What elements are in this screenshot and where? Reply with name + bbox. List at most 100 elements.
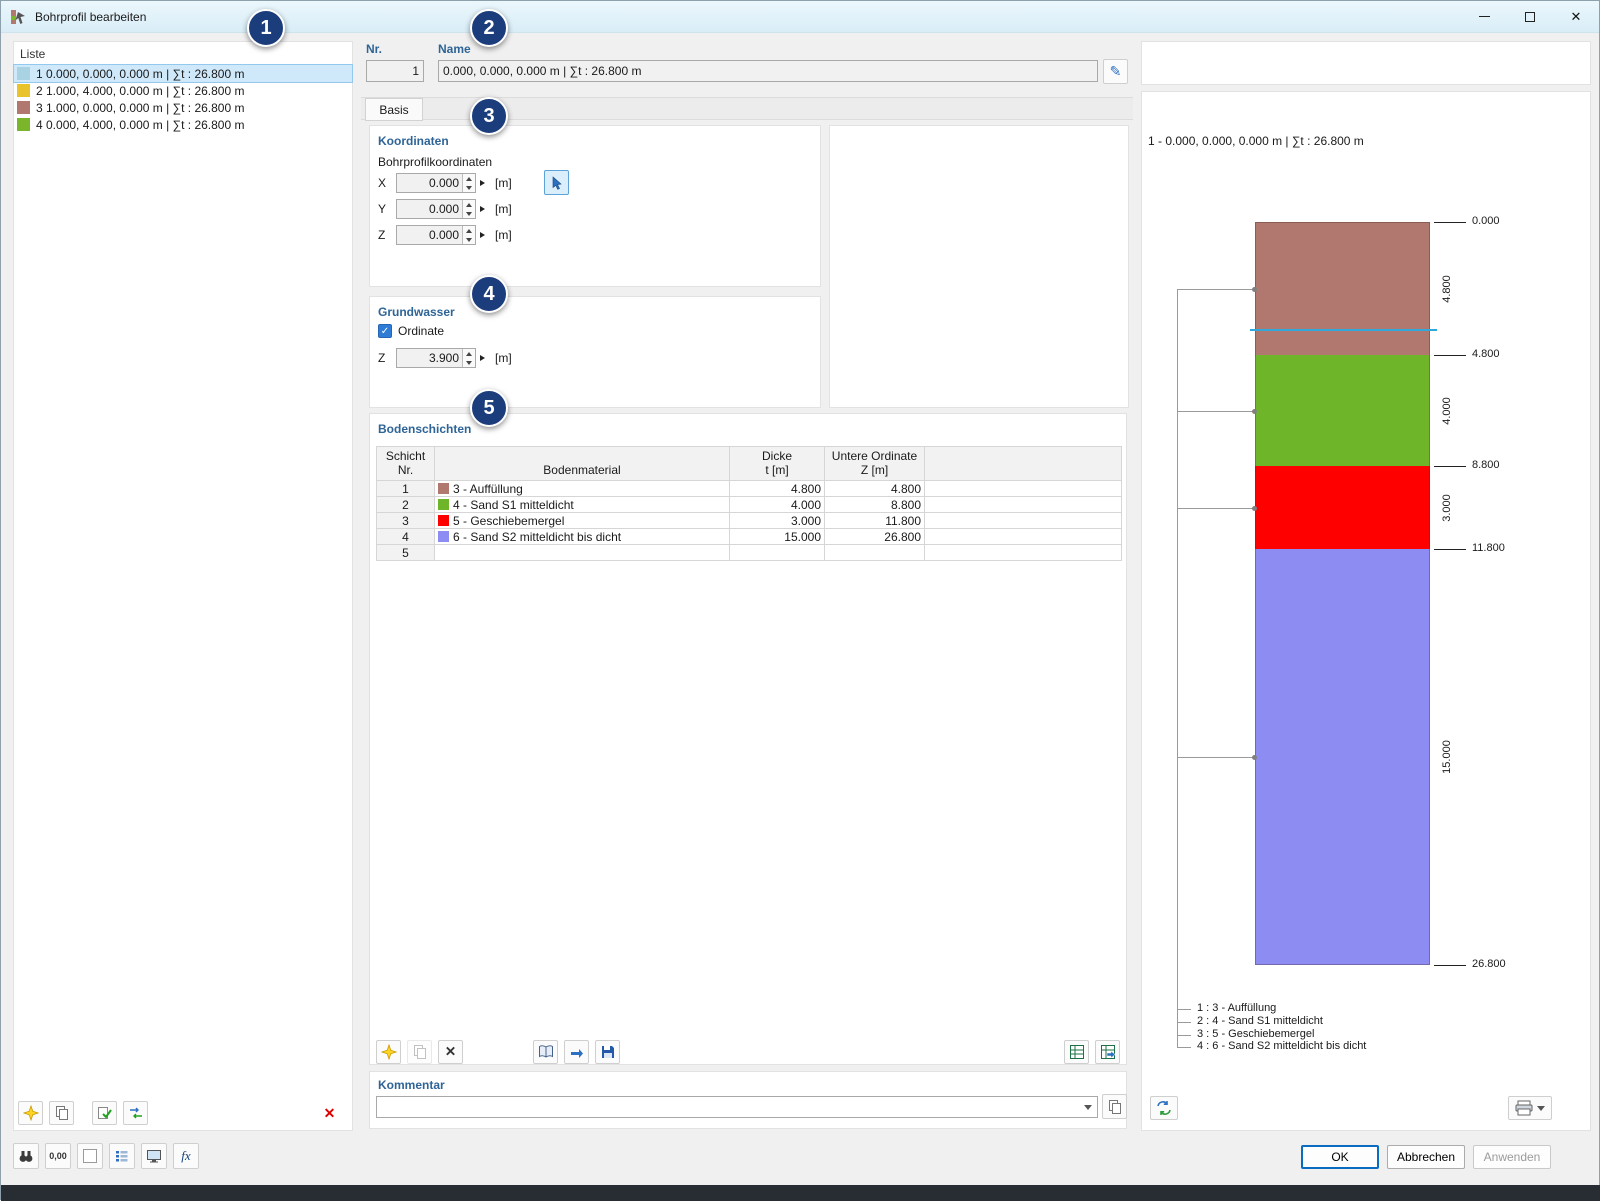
groundwater-z-value: 3.900 (428, 351, 459, 365)
right-arrow-icon (480, 206, 485, 212)
legend-tick (1177, 1047, 1191, 1049)
minimize-icon (1478, 16, 1490, 17)
chevron-down-icon (1537, 1105, 1545, 1111)
spin-down-button[interactable] (463, 209, 475, 218)
copy-profile-button[interactable] (49, 1101, 74, 1125)
gw-z-label: Z (378, 351, 386, 365)
export-table-button[interactable] (1064, 1040, 1089, 1064)
depth-tick (1434, 465, 1466, 467)
bracket-vline (1177, 288, 1178, 1048)
list-item-3[interactable]: 3 1.000, 0.000, 0.000 m | ∑t : 26.800 m (14, 99, 352, 116)
nr-value: 1 (412, 64, 419, 78)
dicke-cell[interactable]: 15.000 (729, 528, 825, 545)
spin-up-button[interactable] (463, 349, 475, 358)
x-coordinate-row: X 0.000 [m] (378, 172, 512, 194)
name-value: 0.000, 0.000, 0.000 m | ∑t : 26.800 m (443, 64, 642, 78)
new-star-icon (22, 1105, 39, 1121)
search-button[interactable] (13, 1143, 39, 1169)
minimize-button[interactable] (1461, 1, 1507, 32)
thickness-label: 4.000 (1441, 396, 1453, 425)
decimal-places-button[interactable]: 0,00 (45, 1143, 71, 1169)
kommentar-combobox[interactable] (376, 1096, 1098, 1118)
delete-layer-button[interactable]: ✕ (438, 1040, 463, 1064)
material-cell[interactable]: 6 - Sand S2 mitteldicht bis dicht (434, 528, 730, 545)
spin-down-button[interactable] (463, 183, 475, 192)
flyout-arrow-button[interactable] (476, 199, 489, 219)
import-table-button[interactable] (1095, 1040, 1120, 1064)
new-layer-button[interactable] (376, 1040, 401, 1064)
spin-up-button[interactable] (463, 174, 475, 183)
untere-cell[interactable]: 11.800 (824, 512, 925, 529)
dropdown-arrow[interactable] (1079, 1104, 1097, 1110)
list-item-2[interactable]: 2 1.000, 4.000, 0.000 m | ∑t : 26.800 m (14, 82, 352, 99)
floppy-icon (601, 1046, 614, 1058)
flyout-arrow-button[interactable] (476, 173, 489, 193)
z-coordinate-input[interactable]: 0.000 (396, 225, 476, 245)
column-header-material[interactable]: Bodenmaterial (434, 446, 730, 481)
toggle-colors-button[interactable] (1150, 1096, 1178, 1120)
ok-button[interactable]: OK (1301, 1145, 1379, 1169)
material-cell[interactable]: 5 - Geschiebemergel (434, 512, 730, 529)
dicke-cell[interactable] (729, 544, 825, 561)
aux-empty-panel (829, 125, 1129, 408)
dicke-cell[interactable]: 4.800 (729, 480, 825, 497)
list-item-4[interactable]: 4 0.000, 4.000, 0.000 m | ∑t : 26.800 m (14, 116, 352, 133)
copy-comment-button[interactable] (1102, 1094, 1127, 1119)
flyout-arrow-button[interactable] (476, 348, 489, 368)
spin-down-button[interactable] (463, 358, 475, 367)
dicke-cell[interactable]: 3.000 (729, 512, 825, 529)
navigator-button[interactable] (109, 1143, 135, 1169)
sync-profiles-button[interactable] (123, 1101, 148, 1125)
material-cell[interactable] (434, 544, 730, 561)
y-coordinate-input[interactable]: 0.000 (396, 199, 476, 219)
apply-material-button[interactable] (564, 1040, 589, 1064)
row-number-cell[interactable]: 2 (376, 496, 435, 513)
edit-name-button[interactable]: ✎ (1103, 59, 1128, 84)
maximize-button[interactable] (1507, 1, 1553, 32)
material-library-button[interactable] (533, 1040, 558, 1064)
table-row-4: 4 6 - Sand S2 mitteldicht bis dicht 15.0… (376, 528, 1122, 545)
pick-in-model-button[interactable] (544, 170, 569, 195)
delete-red-x-icon: ✕ (323, 1104, 336, 1121)
print-button[interactable] (1508, 1096, 1552, 1120)
dicke-cell[interactable]: 4.000 (729, 496, 825, 513)
pencil-icon: ✎ (1109, 63, 1122, 79)
list-item-1[interactable]: 1 0.000, 0.000, 0.000 m | ∑t : 26.800 m (13, 64, 353, 83)
ordinate-checkbox[interactable]: ✓ (378, 324, 392, 338)
flyout-arrow-button[interactable] (476, 225, 489, 245)
untere-cell[interactable]: 26.800 (824, 528, 925, 545)
row-number-cell[interactable]: 3 (376, 512, 435, 529)
column-header-schicht[interactable]: Schicht Nr. (376, 446, 435, 481)
column-header-dicke[interactable]: Dicke t [m] (729, 446, 825, 481)
untere-cell[interactable] (824, 544, 925, 561)
material-cell[interactable]: 4 - Sand S1 mitteldicht (434, 496, 730, 513)
new-profile-button[interactable] (18, 1101, 43, 1125)
row-number-cell[interactable]: 4 (376, 528, 435, 545)
x-coordinate-input[interactable]: 0.000 (396, 173, 476, 193)
row-number-cell[interactable]: 5 (376, 544, 435, 561)
spin-down-icon (466, 237, 472, 242)
spin-up-button[interactable] (463, 200, 475, 209)
extra-cell (924, 544, 1122, 561)
depth-tick (1434, 965, 1466, 966)
save-layers-button[interactable] (595, 1040, 620, 1064)
material-cell[interactable]: 3 - Auffüllung (434, 480, 730, 497)
spin-up-button[interactable] (463, 226, 475, 235)
row-number-cell[interactable]: 1 (376, 480, 435, 497)
tab-basis[interactable]: Basis (365, 98, 423, 121)
untere-cell[interactable]: 4.800 (824, 480, 925, 497)
annotation-badge-3: 3 (470, 97, 508, 135)
close-button[interactable]: ✕ (1553, 1, 1599, 32)
cancel-button[interactable]: Abbrechen (1387, 1145, 1465, 1169)
spin-down-button[interactable] (463, 235, 475, 244)
color-scheme-button[interactable] (77, 1143, 103, 1169)
untere-cell[interactable]: 8.800 (824, 496, 925, 513)
groundwater-z-input[interactable]: 3.900 (396, 348, 476, 368)
name-field[interactable]: 0.000, 0.000, 0.000 m | ∑t : 26.800 m (438, 60, 1098, 82)
depth-tick (1434, 355, 1466, 357)
formula-button[interactable]: fx (173, 1143, 199, 1169)
column-header-untere[interactable]: Untere Ordinate Z [m] (824, 446, 925, 481)
check-all-button[interactable] (92, 1101, 117, 1125)
display-settings-button[interactable] (141, 1143, 167, 1169)
delete-profile-button[interactable]: ✕ (317, 1101, 342, 1125)
